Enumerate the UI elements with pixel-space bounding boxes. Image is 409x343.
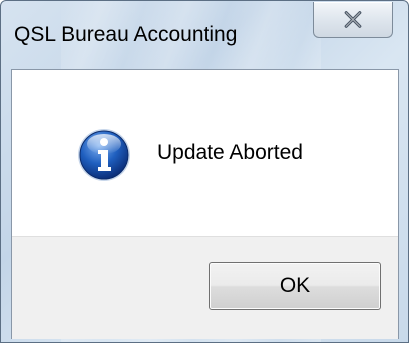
message-text: Update Aborted — [157, 141, 303, 164]
close-button[interactable] — [313, 2, 393, 38]
info-icon — [78, 129, 130, 181]
ok-button[interactable]: OK — [209, 262, 381, 310]
close-icon — [344, 11, 362, 28]
dialog-window: QSL Bureau Accounting Update Aborted OK — [0, 0, 409, 343]
dialog-client-area: Update Aborted OK — [11, 69, 399, 339]
window-title: QSL Bureau Accounting — [14, 23, 238, 46]
title-bar[interactable]: QSL Bureau Accounting — [1, 1, 408, 46]
message-area: Update Aborted — [12, 70, 398, 236]
button-bar: OK — [12, 236, 398, 339]
